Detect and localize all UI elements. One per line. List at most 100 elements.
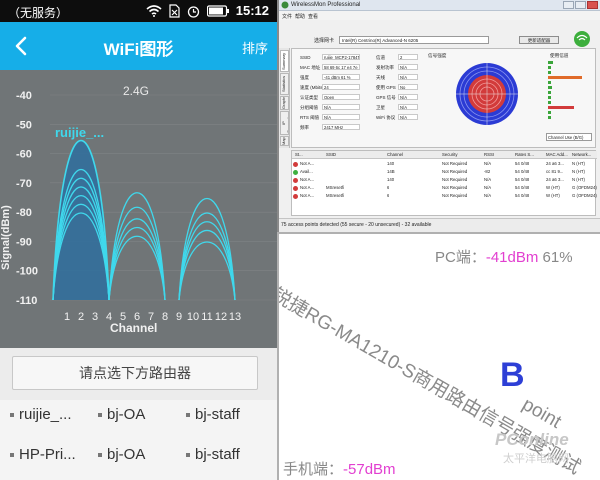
bullet-icon (98, 413, 102, 418)
network-name: bj-staff (195, 446, 240, 463)
x-tick-label: 12 (215, 311, 227, 323)
x-axis-label: Channel (110, 321, 157, 335)
pc-reading-dbm: -41dBm (485, 249, 539, 266)
table-cell: 24 a6 3... (546, 161, 564, 166)
update-adapter-button[interactable]: 更新适配器 (519, 36, 559, 44)
close-button[interactable] (587, 1, 598, 9)
field-label: 频率 (300, 125, 309, 130)
phone-screen: （无服务） 15:12 WiFi图形 排序 -40 -50 -60 -70 -8… (0, 0, 277, 480)
table-row[interactable]: Not A... MSresetfi 6 Not Required N/A 54 0/48… (292, 192, 597, 200)
field-rts: RTS 阈值 N/A (300, 114, 360, 121)
column-header[interactable]: MAC Add... (546, 152, 568, 157)
phone-reading: 手机端：-57dBm (283, 458, 396, 479)
table-row[interactable]: Avail... 14B Not Required -82 54 0/48 cc 81 9… (292, 168, 597, 176)
table-cell: N/A (484, 177, 492, 182)
table-row[interactable]: Not A... 140 Not Required N/A 54 0/48 24 a6 3… (292, 160, 597, 168)
column-header[interactable]: SSID (326, 152, 336, 157)
summary-panel: SSID ruijie_MCP2-1784TE MAC 地址 58 69 6c 17… (291, 48, 596, 148)
field-value: N/A (322, 114, 360, 120)
network-name: bj-staff (195, 406, 240, 423)
table-row[interactable]: Not A... MSresetfi 6 Not Required N/A 54 0/48… (292, 184, 597, 192)
minimize-button[interactable] (563, 1, 574, 9)
tab-ip-connection[interactable]: IP Connection (280, 111, 289, 135)
select-router-button[interactable]: 请点选下方路由器 (12, 356, 258, 390)
battery-icon (207, 5, 229, 17)
x-tick-label: 13 (229, 311, 241, 323)
bullet-icon (186, 413, 190, 418)
field-label: 强度 (300, 75, 309, 80)
network-item[interactable]: bj-staff (186, 406, 240, 423)
field-value: No (398, 84, 418, 90)
table-cell: N (HT) (572, 177, 585, 182)
network-item[interactable]: bj-staff (186, 446, 240, 463)
tab-statistics[interactable]: Statistics (280, 73, 289, 95)
selected-ssid-label: ruijie_... (55, 125, 104, 140)
field-gps: 使用 GPS No (376, 84, 418, 91)
status-text: 75 access points detected (55 secure - 2… (281, 222, 432, 228)
channel-usage-select[interactable]: Channel Use (B/G) (546, 133, 592, 141)
table-cell: 54 0/48 (515, 185, 530, 190)
column-header[interactable]: RSSI (484, 152, 494, 157)
column-header[interactable]: Channel (387, 152, 403, 157)
x-tick-label: 11 (201, 311, 212, 323)
field-strength: 强度 -41 dBm 61 % (300, 74, 360, 81)
field-txpower: 发射功率 N/A (376, 64, 418, 71)
column-header[interactable]: Rates S... (515, 152, 534, 157)
status-icons (146, 2, 229, 20)
field-value: 58 69 6c 17 e4 7e (322, 64, 360, 70)
table-cell: 54 0/48 (515, 193, 530, 198)
network-item[interactable]: ruijie_... (10, 406, 72, 423)
pconline-watermark: PConline 太平洋电脑网 (489, 430, 599, 478)
x-tick-label: 1 (64, 311, 70, 323)
column-header[interactable]: St... (295, 152, 303, 157)
network-item[interactable]: HP-Pri... (10, 446, 76, 463)
signal-radar-graphic (456, 63, 518, 125)
x-tick-label: 3 (92, 311, 98, 323)
x-tick-label: 9 (176, 311, 182, 323)
bullet-icon (98, 453, 102, 458)
wireless-logo-icon (574, 31, 590, 47)
bullet-icon (186, 453, 190, 458)
menu-view[interactable]: 查看 (308, 13, 318, 20)
x-tick-label: 10 (187, 311, 199, 323)
tab-map[interactable]: Map (280, 136, 289, 146)
sort-button[interactable]: 排序 (242, 38, 268, 57)
field-label: GPS 信号 (376, 95, 396, 100)
menu-file[interactable]: 文件 (282, 13, 292, 20)
table-cell: Not Required (442, 193, 468, 198)
tab-summary[interactable]: Summary (280, 50, 289, 72)
bullet-icon (10, 453, 14, 458)
field-label: RTS 阈值 (300, 115, 320, 120)
maximize-button[interactable] (575, 1, 586, 9)
y-tick-label: -40 (16, 90, 32, 102)
column-header[interactable]: Network... (572, 152, 591, 157)
table-cell: 14B (387, 169, 395, 174)
field-satellite: 卫星 N/A (376, 104, 418, 111)
column-header[interactable]: Security (442, 152, 458, 157)
test-annotation-panel: PC端：-41dBm 61% 锐捷RG-MA1210-S商用路由信号强度测试 B… (277, 232, 600, 480)
field-value: Open (322, 94, 360, 100)
adapter-row: 选择网卡 Intel(R) Centrino(R) Advanced-N 620… (279, 20, 600, 48)
network-item[interactable]: bj-OA (98, 406, 145, 423)
table-cell: 140 (387, 161, 395, 166)
wirelessmon-window: WirelessMon Professional 文件 帮助 查看 选择网卡 I… (277, 0, 600, 232)
y-tick-label: -60 (16, 149, 32, 161)
available-status-icon (293, 169, 298, 175)
table-cell: Not A... (300, 177, 315, 182)
carrier-label: （无服务） (8, 6, 69, 20)
table-row[interactable]: Not A... 140 Not Required N/A 54 0/48 24 a6 3… (292, 176, 597, 184)
table-cell: G (OFDM24) (572, 185, 597, 190)
field-value: -41 dBm 61 % (322, 74, 360, 80)
field-label: SSID (300, 55, 311, 60)
tab-graphs[interactable]: Graphs (280, 96, 289, 110)
adapter-select[interactable]: Intel(R) Centrino(R) Advanced-N 6205 (339, 36, 489, 44)
menu-bar: 文件 帮助 查看 (279, 11, 600, 20)
menu-help[interactable]: 帮助 (295, 13, 305, 20)
table-cell: N (HT) (572, 161, 585, 166)
field-gps-signal: GPS 信号 N/A (376, 94, 418, 101)
chart-ticks: -40-50-60-70-80-90-100-1101 2 3 4 5 6 7 8 9 10 11 1… (16, 90, 241, 323)
network-item[interactable]: bj-OA (98, 446, 145, 463)
network-list: ruijie_... bj-OA bj-staff HP-Pri... bj-O… (0, 400, 277, 480)
table-cell: W (HT) (546, 185, 560, 190)
table-cell: Not Required (442, 185, 468, 190)
